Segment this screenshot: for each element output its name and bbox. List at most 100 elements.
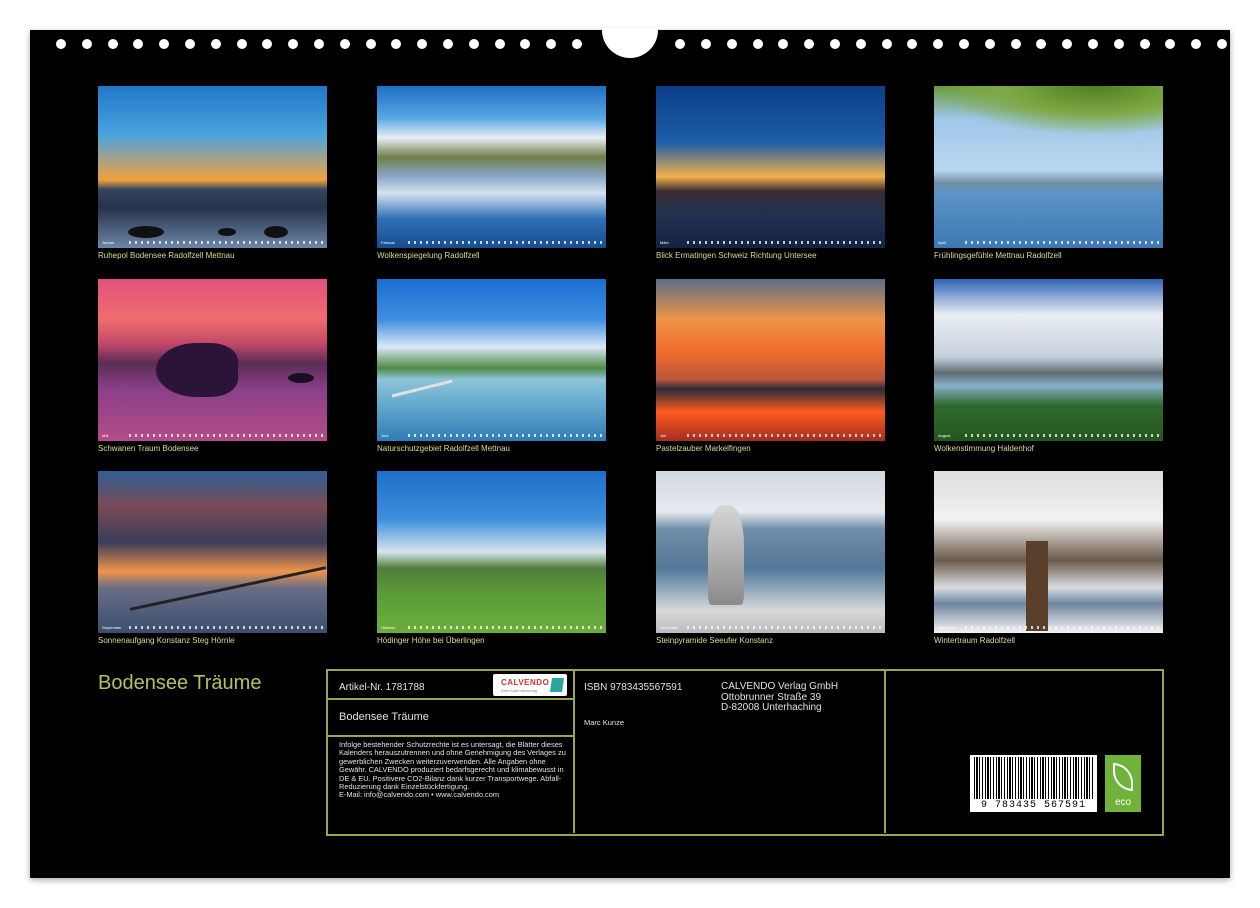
panel-divider <box>328 735 574 737</box>
eco-badge: eco <box>1105 755 1141 812</box>
day-grid <box>129 434 323 437</box>
binding-hole <box>701 39 711 49</box>
day-grid <box>408 434 602 437</box>
month-strip: Januar <box>102 240 323 245</box>
binding-hole <box>1010 39 1021 49</box>
binding-hole <box>339 39 350 49</box>
binding-hole <box>804 39 815 49</box>
contact-email: E-Mail: info@calvendo.com • www.calvendo… <box>339 790 500 800</box>
binding-hole <box>81 39 92 49</box>
day-grid <box>687 434 881 437</box>
photo-caption: Blick Ermatingen Schweiz Richtung Unters… <box>656 251 817 260</box>
binding-hole <box>907 39 918 49</box>
binding-hole <box>572 39 582 49</box>
month-label: Februar <box>381 240 396 245</box>
article-number: Artikel-Nr. 1781788 <box>339 682 425 693</box>
hanger-cutout <box>602 28 658 58</box>
binding-hole <box>210 39 221 49</box>
isbn: ISBN 9783435567591 <box>584 682 683 693</box>
month-label: Oktober <box>381 625 396 630</box>
binding-hole <box>1062 39 1073 49</box>
binding-hole <box>262 39 273 49</box>
binding-hole <box>1036 39 1047 49</box>
day-grid <box>129 241 323 244</box>
calendar-title: Bodensee Träume <box>98 672 262 694</box>
binding-hole <box>56 39 66 49</box>
logo-mark-icon <box>550 678 564 692</box>
product-title: Bodensee Träume <box>339 711 429 723</box>
calendar-back-page: Januar Ruhepol Bodensee Radolfzell Mettn… <box>30 28 1230 878</box>
barcode-bars <box>974 757 1094 799</box>
day-grid <box>965 241 1159 244</box>
day-grid <box>129 626 323 629</box>
photo-thumbnail: November <box>656 471 885 633</box>
binding-hole <box>133 39 144 49</box>
month-strip: Februar <box>381 240 602 245</box>
binding-hole <box>494 39 505 49</box>
binding-hole <box>107 39 118 49</box>
binding-hole <box>675 39 686 49</box>
binding-hole <box>855 39 866 49</box>
author: Marc Kunze <box>584 718 625 727</box>
month-label: Mai <box>102 433 109 438</box>
photo-thumbnail: April <box>934 86 1163 248</box>
binding-hole <box>546 39 557 49</box>
photo-thumbnail: Dezember <box>934 471 1163 633</box>
binding-hole <box>443 39 453 49</box>
binding-hole <box>365 39 376 49</box>
photo-tile-8: August Wolkenstimmung Haldenhof <box>934 279 1163 453</box>
month-label: August <box>938 433 951 438</box>
legal-notice: Infolge bestehender Schutzrechte ist es … <box>339 740 571 800</box>
photo-caption: Frühlingsgefühle Mettnau Radolfzell <box>934 251 1062 260</box>
binding-hole <box>159 39 170 49</box>
binding-hole <box>933 39 944 49</box>
day-grid <box>965 434 1159 437</box>
binding-hole <box>314 39 324 49</box>
month-label: November <box>660 625 679 630</box>
binding-hole <box>185 39 195 49</box>
month-strip: November <box>660 625 881 630</box>
binding-hole <box>520 39 531 49</box>
photo-tile-10: Oktober Hödinger Höhe bei Überlingen <box>377 471 606 645</box>
binding-hole <box>288 39 299 49</box>
photo-tile-2: Februar Wolkenspiegelung Radolfzell <box>377 86 606 260</box>
binding-hole <box>1217 39 1227 49</box>
binding-hole <box>984 39 995 49</box>
photo-thumbnail: Oktober <box>377 471 606 633</box>
photo-caption: Pastelzauber Markelfingen <box>656 444 751 453</box>
day-grid <box>687 626 881 629</box>
binding-hole <box>1088 39 1098 49</box>
month-strip: August <box>938 433 1159 438</box>
binding-hole <box>391 39 402 49</box>
binding-hole <box>830 39 840 49</box>
month-strip: Dezember <box>938 625 1159 630</box>
month-label: September <box>102 625 122 630</box>
binding-hole <box>1191 39 1202 49</box>
photo-tile-7: Juli Pastelzauber Markelfingen <box>656 279 885 453</box>
month-label: März <box>660 240 669 245</box>
month-label: April <box>938 240 947 245</box>
photo-thumbnail: September <box>98 471 327 633</box>
publisher-name: CALVENDO Verlag GmbH <box>721 681 839 692</box>
month-strip: Mai <box>102 433 323 438</box>
binding-hole <box>752 39 763 49</box>
month-label: Januar <box>102 240 115 245</box>
legal-text: Infolge bestehender Schutzrechte ist es … <box>339 740 566 792</box>
photo-caption: Ruhepol Bodensee Radolfzell Mettnau <box>98 251 235 260</box>
photo-tile-12: Dezember Wintertraum Radolfzell <box>934 471 1163 645</box>
month-strip: April <box>938 240 1159 245</box>
binding-hole <box>959 39 969 49</box>
day-grid <box>408 626 602 629</box>
binding-hole <box>1139 39 1150 49</box>
panel-divider <box>884 670 886 833</box>
photo-caption: Wolkenspiegelung Radolfzell <box>377 251 480 260</box>
photo-tile-3: März Blick Ermatingen Schweiz Richtung U… <box>656 86 885 260</box>
photo-caption: Sonnenaufgang Konstanz Steg Hörnle <box>98 636 235 645</box>
photo-caption: Schwanen Traum Bodensee <box>98 444 199 453</box>
barcode-number: 9 783435 567591 <box>980 800 1086 811</box>
photo-tile-6: Juni Naturschutzgebiet Radolfzell Mettna… <box>377 279 606 453</box>
photo-caption: Naturschutzgebiet Radolfzell Mettnau <box>377 444 510 453</box>
photo-thumbnail: Mai <box>98 279 327 441</box>
publisher-city: D-82008 Unterhaching <box>721 702 822 713</box>
day-grid <box>687 241 881 244</box>
